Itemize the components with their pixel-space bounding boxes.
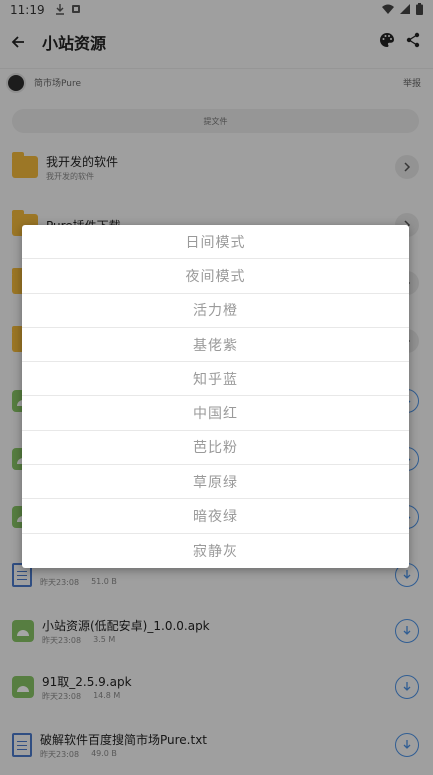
theme-option-blue[interactable]: 知乎蓝 (22, 362, 409, 397)
theme-option-green[interactable]: 草原绿 (22, 465, 409, 500)
theme-option-night[interactable]: 夜间模式 (22, 259, 409, 294)
theme-picker-dialog: 日间模式 夜间模式 活力橙 基佬紫 知乎蓝 中国红 芭比粉 草原绿 暗夜绿 寂静… (22, 225, 409, 568)
theme-option-day[interactable]: 日间模式 (22, 225, 409, 260)
theme-option-pink[interactable]: 芭比粉 (22, 431, 409, 466)
theme-option-orange[interactable]: 活力橙 (22, 294, 409, 328)
theme-option-gray[interactable]: 寂静灰 (22, 534, 409, 568)
theme-option-dark-green[interactable]: 暗夜绿 (22, 499, 409, 534)
theme-option-red[interactable]: 中国红 (22, 396, 409, 431)
theme-option-purple[interactable]: 基佬紫 (22, 328, 409, 363)
